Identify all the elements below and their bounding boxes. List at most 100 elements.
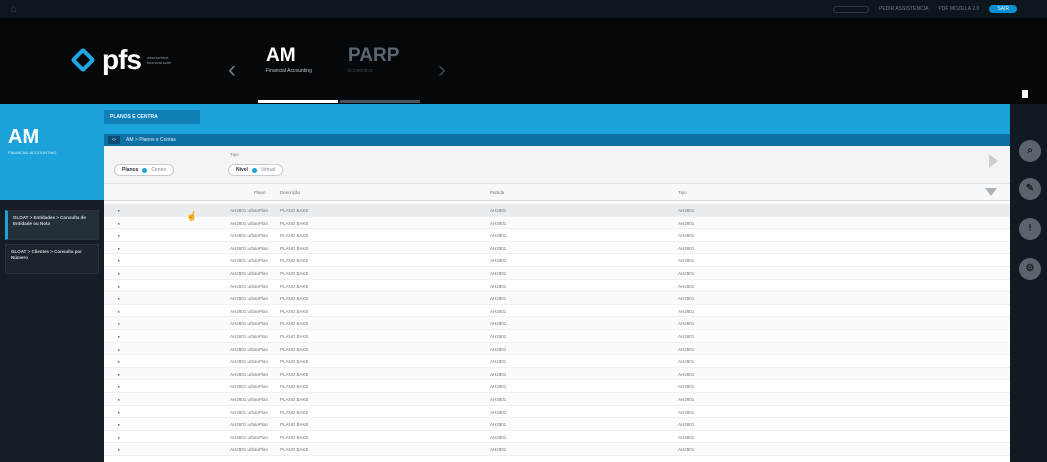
table-body: ▸ AH2801 urbanPlan PLANO BAKE AH2801 AH2801 ▸…	[104, 204, 1010, 456]
cell-tipo: AH2801	[678, 220, 695, 226]
cell-descricao: PLANO BAKE	[280, 346, 309, 352]
cell-descricao: PLANO BAKE	[280, 422, 309, 428]
cell-plano: AH2801 urbanPlan	[230, 384, 269, 390]
breadcrumb-text: AM > Planos e Contas	[126, 137, 176, 143]
cell-plano: AH2801 urbanPlan	[230, 321, 269, 327]
cell-descricao: PLANO BAKE	[280, 359, 309, 365]
table-row[interactable]: ▸ AH2801 urbanPlan PLANO BAKE AH2801 AH2801	[104, 367, 1010, 381]
row-expand-icon: ▸	[118, 422, 121, 428]
table-row[interactable]: ▸ AH2801 urbanPlan PLANO BAKE AH2801 AH2801	[104, 443, 1010, 456]
table-row[interactable]: ▸ AH2801 urbanPlan PLANO BAKE AH2801 AH2801	[104, 292, 1010, 305]
cell-plano: AH2801 urbanPlan	[230, 333, 269, 339]
row-expand-icon: ▸	[118, 409, 121, 415]
hand-cursor-icon: ☝	[186, 211, 198, 221]
cell-plano: AH2801 urbanPlan	[230, 208, 269, 213]
column-header-partida[interactable]: Partida	[490, 190, 504, 195]
cell-tipo: AH2801	[678, 296, 695, 302]
table-row[interactable]: ▸ AH2801 urbanPlan PLANO BAKE AH2801 AH2801	[104, 431, 1010, 444]
table-row[interactable]: ▸ AH2801 urbanPlan PLANO BAKE AH2801 AH2801	[104, 280, 1010, 293]
cell-partida: AH2801	[490, 283, 507, 289]
table-row[interactable]: ▸ AH2801 urbanPlan PLANO BAKE AH2801 AH2801	[104, 317, 1010, 330]
cell-plano: AH2801 urbanPlan	[230, 346, 269, 352]
cell-partida: AH2801	[490, 371, 507, 377]
cell-tipo: AH2801	[678, 208, 695, 213]
radio-selected-icon[interactable]	[251, 167, 257, 173]
cell-partida: AH2801	[490, 270, 507, 276]
planos-filter[interactable]: Planos Centro	[114, 164, 175, 176]
table-row[interactable]: ▸ AH2801 urbanPlan PLANO BAKE AH2801 AH2801	[104, 216, 1010, 230]
table-row[interactable]: ▸ AH2801 urbanPlan PLANO BAKE AH2801 AH2801	[104, 204, 1010, 217]
cell-plano: AH2801 urbanPlan	[230, 308, 269, 314]
table-row[interactable]: ▸ AH2801 urbanPlan PLANO BAKE AH2801 AH2801	[104, 229, 1010, 242]
pdf-link[interactable]: PDF MOZILLA 2.0	[938, 6, 979, 12]
settings-icon[interactable]: ⚙	[1019, 258, 1041, 280]
pointer-cursor-icon	[1022, 90, 1028, 98]
module-tab-am[interactable]: AM Financial Accounting	[266, 46, 312, 75]
cell-partida: AH2801	[490, 208, 507, 213]
table-row[interactable]: ▸ AH2801 urbanPlan PLANO BAKE AH2801 AH2801	[104, 266, 1010, 280]
home-icon[interactable]: ⌂	[10, 3, 24, 15]
table-row[interactable]: ▸ AH2801 urbanPlan PLANO BAKE AH2801 AH2801	[104, 342, 1010, 356]
info-icon[interactable]: !	[1019, 218, 1041, 240]
table-row[interactable]: ▸ AH2801 urbanPlan PLANO BAKE AH2801 AH2801	[104, 305, 1010, 318]
cell-plano: AH2801 urbanPlan	[230, 270, 269, 276]
table-row[interactable]: ▸ AH2801 urbanPlan PLANO BAKE AH2801 AH2801	[104, 418, 1010, 431]
cell-partida: AH2801	[490, 359, 507, 365]
row-expand-icon: ▸	[118, 447, 121, 453]
cell-descricao: PLANO BAKE	[280, 270, 309, 276]
tab-planos-centra[interactable]: PLANOS E CENTRA	[104, 110, 200, 124]
module-tab-parp[interactable]: PARP Economics	[348, 46, 399, 75]
cell-plano: AH2801 urbanPlan	[230, 422, 269, 428]
column-header-tipo[interactable]: Tipo	[678, 190, 687, 195]
edit-icon[interactable]: ✎	[1019, 178, 1041, 200]
table-row[interactable]: ▸ AH2801 urbanPlan PLANO BAKE AH2801 AH2801	[104, 406, 1010, 419]
row-expand-icon: ▸	[118, 434, 121, 440]
cell-descricao: PLANO BAKE	[280, 434, 309, 440]
main-content: Tipo Planos Centro Nível Virtual Plano D…	[104, 146, 1010, 462]
row-expand-icon: ▸	[118, 371, 121, 377]
table-row[interactable]: ▸ AH2801 urbanPlan PLANO BAKE AH2801 AH2801	[104, 254, 1010, 267]
cell-partida: AH2801	[490, 296, 507, 302]
filter-option[interactable]: Virtual	[261, 165, 275, 175]
left-panel-item[interactable]: GLOAT > Entidades > Consulta de Entidade…	[5, 210, 99, 240]
table-row[interactable]: ▸ AH2801 urbanPlan PLANO BAKE AH2801 AH2801	[104, 392, 1010, 406]
filter-group-label: Planos	[122, 167, 139, 173]
column-header-plano[interactable]: Plano	[254, 190, 266, 195]
row-expand-icon: ▸	[118, 384, 121, 390]
table-row[interactable]: ▸ AH2801 urbanPlan PLANO BAKE AH2801 AH2801	[104, 241, 1010, 255]
collapse-toggle-icon[interactable]: ‹›	[108, 136, 120, 144]
cell-plano: AH2801 urbanPlan	[230, 296, 269, 302]
table-row[interactable]: ▸ AH2801 urbanPlan PLANO BAKE AH2801 AH2801	[104, 355, 1010, 368]
filter-label: Tipo	[230, 152, 239, 157]
active-tab-indicator	[258, 100, 338, 103]
cell-partida: AH2801	[490, 346, 507, 352]
cell-descricao: PLANO BAKE	[280, 258, 309, 264]
nivel-filter[interactable]: Nível Virtual	[228, 164, 284, 176]
search-icon[interactable]: ⌕	[1019, 140, 1041, 162]
cell-tipo: AH2801	[678, 308, 695, 314]
play-icon[interactable]	[989, 154, 998, 168]
chevron-left-icon[interactable]: ‹	[228, 58, 236, 82]
logout-button[interactable]: SAIR	[989, 5, 1017, 13]
filter-icon[interactable]	[985, 188, 997, 196]
cell-descricao: PLANO BAKE	[280, 233, 309, 239]
cell-tipo: AH2801	[678, 321, 695, 327]
cell-tipo: AH2801	[678, 409, 695, 415]
left-panel-item[interactable]: GLOAT > Clientes > Consulta por Número	[5, 244, 99, 274]
chevron-right-icon[interactable]: ›	[438, 58, 446, 82]
app-window: ⌂ PEDIR ASSISTENCIA PDF MOZILLA 2.0 SAIR…	[0, 0, 1047, 462]
cell-partida: AH2801	[490, 434, 507, 440]
filter-option[interactable]: Centro	[151, 165, 166, 175]
cell-plano: AH2801 urbanPlan	[230, 371, 269, 377]
cell-tipo: AH2801	[678, 447, 695, 453]
row-expand-icon: ▸	[118, 245, 121, 251]
row-expand-icon: ▸	[118, 333, 121, 339]
table-row[interactable]: ▸ AH2801 urbanPlan PLANO BAKE AH2801 AH2801	[104, 380, 1010, 393]
table-row[interactable]: ▸ AH2801 urbanPlan PLANO BAKE AH2801 AH2801	[104, 330, 1010, 343]
cell-descricao: PLANO BAKE	[280, 396, 309, 402]
row-expand-icon: ▸	[118, 208, 121, 213]
radio-selected-icon[interactable]	[142, 167, 148, 173]
pfs-logo[interactable]: pfs assessment financial suite	[70, 46, 177, 74]
help-link[interactable]: PEDIR ASSISTENCIA	[879, 6, 928, 12]
column-header-descricao[interactable]: Descrição	[280, 190, 300, 195]
